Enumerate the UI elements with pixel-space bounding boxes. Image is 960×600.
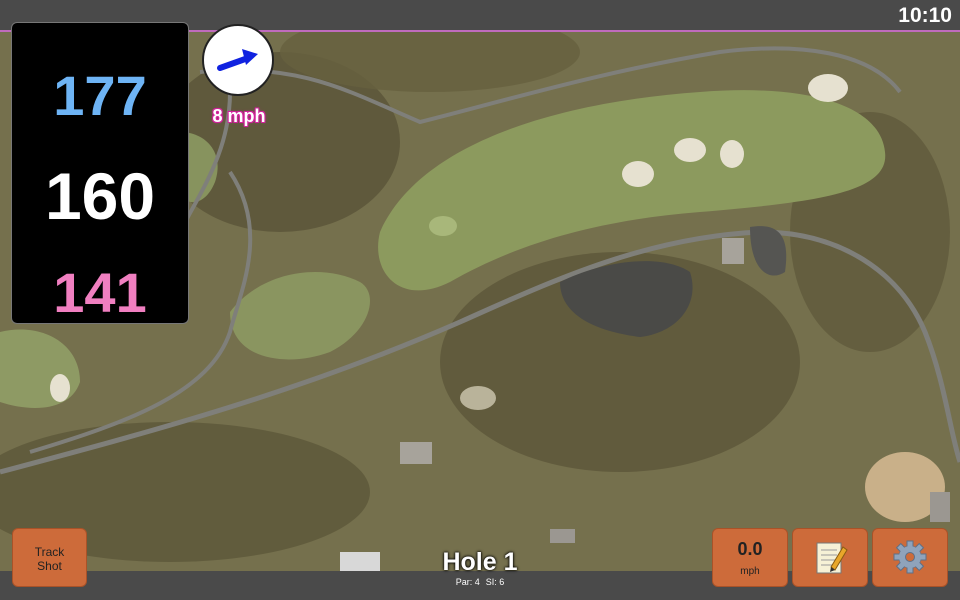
distance-front: 141 (53, 261, 147, 324)
notepad-icon (816, 542, 848, 574)
gear-icon (893, 540, 927, 574)
track-shot-button[interactable]: Track Shot (12, 528, 87, 587)
wind-speed: 8 mph (212, 106, 266, 126)
wind-arrow-icon (217, 49, 258, 71)
track-shot-label-line2: Shot (37, 559, 62, 573)
distance-middle: 160 (44, 159, 156, 233)
hole-si: SI: 6 (485, 577, 505, 587)
speed-unit: mph (740, 566, 760, 577)
notes-button[interactable] (792, 528, 868, 587)
track-shot-label-line1: Track (34, 545, 65, 559)
hole-title: Hole 1 (442, 548, 518, 576)
distance-panel: 177 160 141 (11, 22, 189, 324)
settings-button[interactable] (872, 528, 948, 587)
speed-value: 0.0 (737, 539, 763, 559)
shot-speed-button[interactable]: 0.0 mph (712, 528, 788, 587)
hole-par: Par: 4 (455, 577, 480, 587)
wind-indicator (202, 24, 274, 96)
hole-info: Par: 4 SI: 6 (380, 577, 580, 587)
distance-back: 177 (53, 64, 147, 127)
clock: 10:10 (898, 4, 952, 27)
